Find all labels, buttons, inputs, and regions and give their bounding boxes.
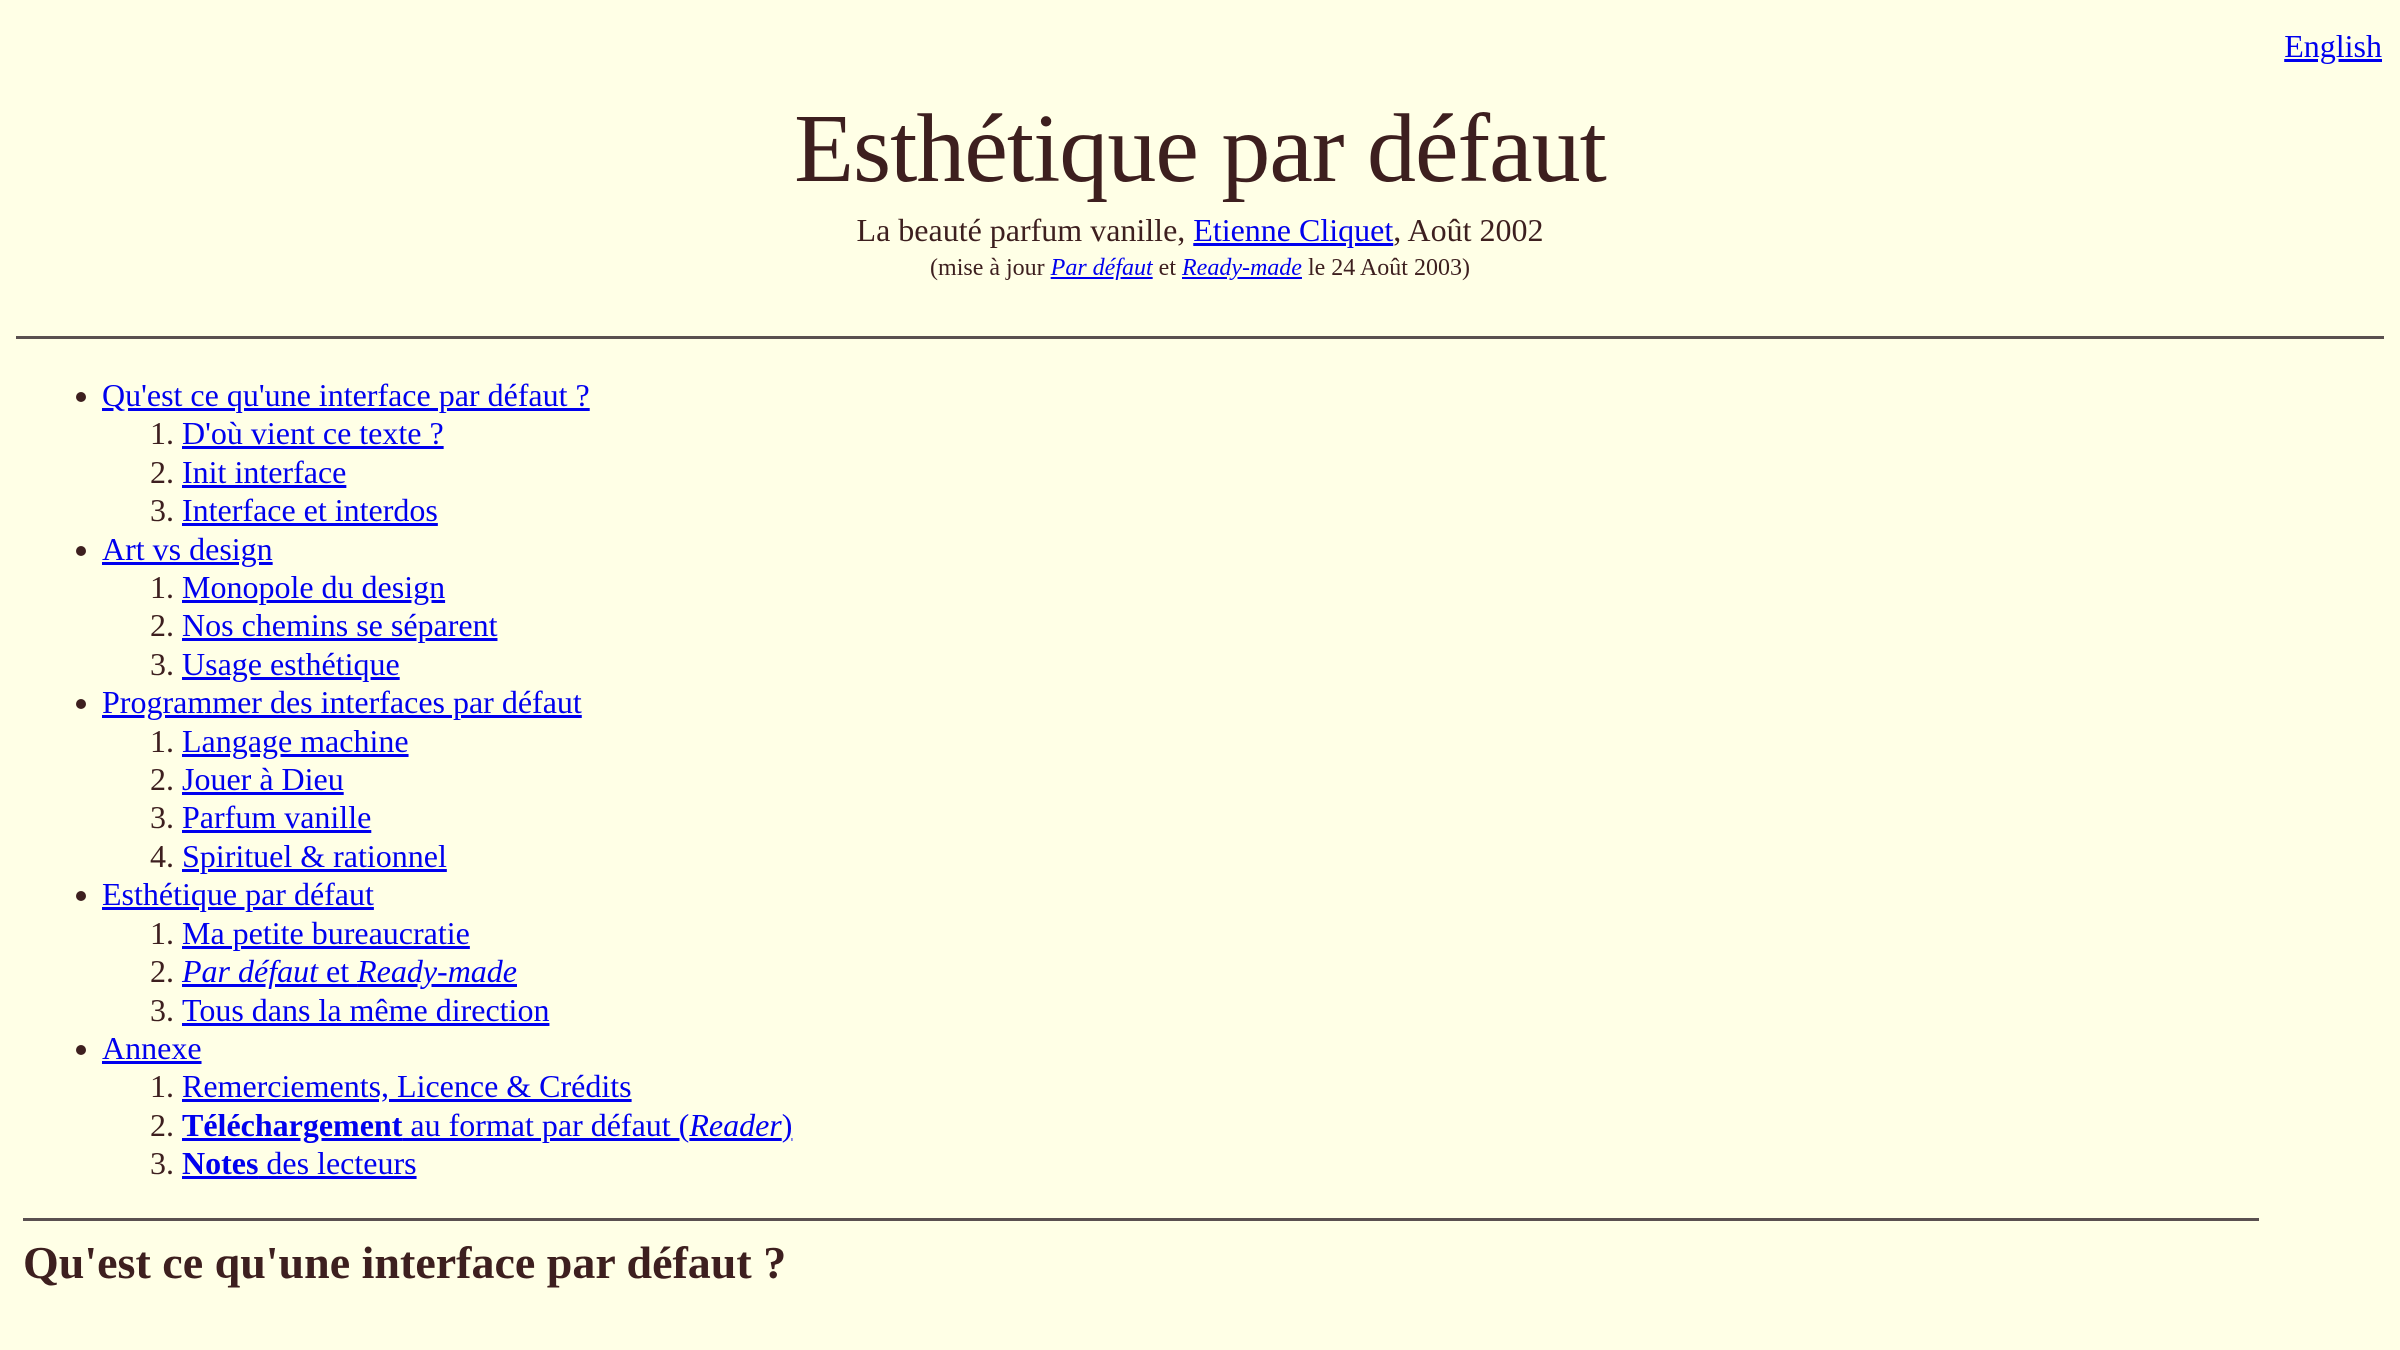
toc-section: Annexe Remerciements, Licence & Crédits …	[102, 1029, 792, 1183]
toc-link-notes-part1: Notes	[182, 1145, 259, 1182]
toc-sublist: Langage machine Jouer à Dieu Parfum vani…	[102, 722, 792, 876]
toc-link-telechargement-part3: Reader	[689, 1106, 782, 1143]
update-link-ready-made-text: Ready-made	[1182, 254, 1302, 281]
toc-item: Par défaut et Ready-made	[182, 952, 792, 990]
toc-link-spirituel[interactable]: Spirituel & rationnel	[182, 838, 447, 874]
toc-item: Langage machine	[182, 722, 792, 760]
toc-item: Jouer à Dieu	[182, 760, 792, 798]
toc-link-interdos[interactable]: Interface et interdos	[182, 492, 438, 528]
update-link-par-defaut[interactable]: Par défaut	[1051, 255, 1153, 281]
subtitle-prefix: La beauté parfum vanille,	[856, 211, 1194, 248]
toc-link-langage[interactable]: Langage machine	[182, 723, 409, 759]
toc-link-init-interface[interactable]: Init interface	[182, 454, 346, 490]
toc-item: Monopole du design	[182, 568, 792, 606]
toc-section: Qu'est ce qu'une interface par défaut ? …	[102, 376, 792, 530]
toc-link-notes-part2: des lecteurs	[258, 1145, 417, 1182]
toc-item: Init interface	[182, 453, 792, 491]
toc-sublist: Monopole du design Nos chemins se sépare…	[102, 568, 792, 683]
toc-item: Notes des lecteurs	[182, 1144, 792, 1182]
section-heading: Qu'est ce qu'une interface par défaut ?	[23, 1237, 787, 1288]
toc-link-ready-made-part2: et	[317, 953, 358, 990]
update-and: et	[1152, 254, 1182, 281]
toc-item: Remerciements, Licence & Crédits	[182, 1067, 792, 1105]
toc-link-telechargement-part4: )	[781, 1106, 793, 1143]
toc-section-link-programmer[interactable]: Programmer des interfaces par défaut	[102, 684, 582, 720]
toc-section-list: Qu'est ce qu'une interface par défaut ? …	[0, 376, 792, 1183]
table-of-contents: Qu'est ce qu'une interface par défaut ? …	[0, 376, 792, 1183]
toc-item: Spirituel & rationnel	[182, 837, 792, 875]
toc-link-dieu[interactable]: Jouer à Dieu	[182, 761, 344, 797]
toc-item: Téléchargement au format par défaut (Rea…	[182, 1106, 792, 1144]
update-note: (mise à jour Par défaut et Ready-made le…	[0, 255, 2400, 282]
toc-section: Programmer des interfaces par défaut Lan…	[102, 683, 792, 875]
top-divider	[16, 336, 2384, 339]
update-prefix: (mise à jour	[930, 254, 1051, 281]
toc-sublist: Remerciements, Licence & Crédits Télécha…	[102, 1067, 792, 1182]
toc-link-telechargement-part1: Téléchargement	[182, 1106, 403, 1143]
toc-sublist: Ma petite bureaucratie Par défaut et Rea…	[102, 914, 792, 1029]
toc-link-credits[interactable]: Remerciements, Licence & Crédits	[182, 1068, 632, 1104]
toc-link-chemins[interactable]: Nos chemins se séparent	[182, 607, 497, 643]
update-link-ready-made[interactable]: Ready-made	[1182, 255, 1302, 281]
toc-link-ready-made[interactable]: Par défaut et Ready-made	[182, 953, 517, 989]
toc-item: Interface et interdos	[182, 491, 792, 529]
toc-link-notes[interactable]: Notes des lecteurs	[182, 1145, 417, 1181]
toc-item: Ma petite bureaucratie	[182, 914, 792, 952]
toc-sublist: D'où vient ce texte ? Init interface Int…	[102, 414, 792, 529]
page-header: Esthétique par défaut La beauté parfum v…	[0, 0, 2400, 282]
toc-link-telechargement[interactable]: Téléchargement au format par défaut (Rea…	[182, 1107, 792, 1143]
toc-section: Esthétique par défaut Ma petite bureaucr…	[102, 875, 792, 1029]
toc-item: Usage esthétique	[182, 645, 792, 683]
subtitle-suffix: , Août 2002	[1393, 211, 1544, 248]
toc-section-link-interface[interactable]: Qu'est ce qu'une interface par défaut ?	[102, 377, 590, 413]
toc-section-link-art-vs-design[interactable]: Art vs design	[102, 531, 273, 567]
section-divider	[23, 1218, 2259, 1221]
toc-link-monopole[interactable]: Monopole du design	[182, 569, 445, 605]
toc-link-origine[interactable]: D'où vient ce texte ?	[182, 415, 444, 451]
toc-link-ready-made-part1: Par défaut	[182, 953, 318, 990]
toc-section-link-esthetique[interactable]: Esthétique par défaut	[102, 876, 374, 912]
subtitle: La beauté parfum vanille, Etienne Clique…	[0, 212, 2400, 249]
toc-link-bureaucratie[interactable]: Ma petite bureaucratie	[182, 915, 470, 951]
toc-item: D'où vient ce texte ?	[182, 414, 792, 452]
toc-item: Parfum vanille	[182, 798, 792, 836]
author-link[interactable]: Etienne Cliquet	[1193, 212, 1393, 248]
toc-item: Tous dans la même direction	[182, 991, 792, 1029]
update-link-par-defaut-text: Par défaut	[1050, 254, 1153, 281]
toc-link-telechargement-part2: au format par défaut (	[402, 1106, 690, 1143]
toc-link-ready-made-part3: Ready-made	[357, 953, 517, 990]
toc-link-direction[interactable]: Tous dans la même direction	[182, 992, 549, 1028]
toc-section-link-annexe[interactable]: Annexe	[102, 1030, 202, 1066]
toc-link-vanille[interactable]: Parfum vanille	[182, 799, 371, 835]
english-language-link[interactable]: English	[2284, 28, 2382, 65]
toc-section: Art vs design Monopole du design Nos che…	[102, 530, 792, 684]
update-suffix: le 24 Août 2003)	[1301, 254, 1470, 281]
page-title: Esthétique par défaut	[794, 95, 1607, 203]
toc-item: Nos chemins se séparent	[182, 606, 792, 644]
toc-link-usage[interactable]: Usage esthétique	[182, 646, 400, 682]
